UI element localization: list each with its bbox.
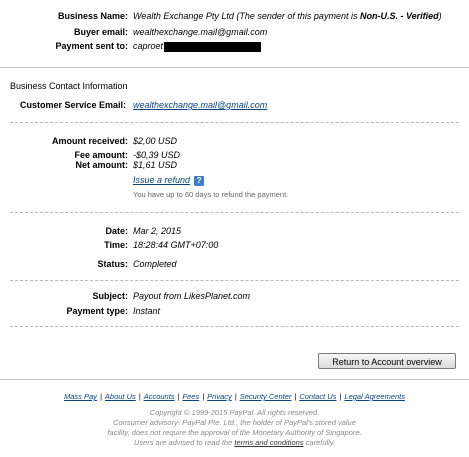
footer-link-mass-pay[interactable]: Mass Pay xyxy=(64,392,97,401)
refund-note-row: You have up to 60 days to refund the pay… xyxy=(0,189,469,201)
advisory-line-2: facility, does not require the approval … xyxy=(107,428,362,437)
footer-separator: | xyxy=(138,392,141,401)
net-amount-label: Net amount: xyxy=(75,160,129,170)
buyer-email-row: Buyer email: wealthexchange.mail@gmail.c… xyxy=(0,26,469,38)
footer-separator: | xyxy=(294,392,297,401)
payment-type-row: Payment type: Instant xyxy=(0,305,469,317)
footer-links: Mass Pay | About Us | Accounts | Fees | Privacy |… xyxy=(0,392,469,401)
date-value: Mar 2, 2015 xyxy=(133,226,182,236)
footer-link-privacy[interactable]: Privacy xyxy=(207,392,232,401)
advisory-line-1: Consumer advisory- PayPal Pte. Ltd., the… xyxy=(113,418,356,427)
payment-type-value: Instant xyxy=(133,306,161,316)
footer-separator: | xyxy=(339,392,342,401)
date-row: Date: Mar 2, 2015 xyxy=(0,225,469,237)
status-value: Completed xyxy=(133,259,177,269)
buyer-email-value: wealthexchange.mail@gmail.com xyxy=(133,27,268,37)
refund-row: Issue a refund? xyxy=(0,174,469,186)
amount-received-value: $2,00 USD xyxy=(133,136,178,146)
date-label: Date: xyxy=(105,226,128,236)
advisory-line-3: Users are advised to read the terms and … xyxy=(0,438,469,448)
cs-email-link[interactable]: wealthexchange.mail@gmail.com xyxy=(133,99,267,111)
section-divider xyxy=(10,326,459,327)
cs-email-row: Customer Service Email: wealthexchange.m… xyxy=(0,99,469,111)
advisory-text-a: Users are advised to read the xyxy=(133,438,235,447)
redaction-bar xyxy=(164,41,262,52)
business-name-close: ) xyxy=(438,11,442,21)
section-divider xyxy=(10,122,459,123)
footer-link-fees[interactable]: Fees xyxy=(183,392,200,401)
footer-divider xyxy=(0,379,469,380)
refund-wrap: Issue a refund? xyxy=(133,174,205,186)
buyer-email-label: Buyer email: xyxy=(73,27,128,37)
footer-link-legal-agreements[interactable]: Legal Agreements xyxy=(344,392,405,401)
footer-separator: | xyxy=(202,392,205,401)
advisory-text-b: carefully. xyxy=(303,438,336,447)
status-label: Status: xyxy=(97,259,128,269)
payment-sent-text: caproet xyxy=(133,41,164,51)
time-value: 18:28:44 GMT+07:00 xyxy=(133,240,219,250)
amount-received-row: Amount received: $2,00 USD xyxy=(0,135,469,147)
terms-and-conditions-link[interactable]: terms and conditions xyxy=(234,438,303,447)
business-name-value: Wealth Exchange Pty Ltd (The sender of t… xyxy=(133,10,442,22)
payment-sent-value: caproet xyxy=(133,40,262,52)
payment-sent-label: Payment sent to: xyxy=(55,41,128,51)
business-name-row: Business Name: Wealth Exchange Pty Ltd (… xyxy=(0,10,469,22)
contact-section-title: Business Contact Information xyxy=(10,81,128,91)
return-to-account-overview-button[interactable]: Return to Account overview xyxy=(318,353,456,369)
footer-link-about-us[interactable]: About Us xyxy=(105,392,136,401)
subject-label: Subject: xyxy=(92,291,128,301)
section-divider xyxy=(10,280,459,281)
net-amount-row: Net amount: $1,61 USD xyxy=(0,160,469,170)
help-icon[interactable]: ? xyxy=(194,175,205,186)
cs-email-label: Customer Service Email: xyxy=(20,100,127,110)
status-row: Status: Completed xyxy=(0,258,469,270)
fee-amount-label: Fee amount: xyxy=(74,150,128,160)
subject-value: Payout from LikesPlanet.com xyxy=(133,291,251,301)
subject-row: Subject: Payout from LikesPlanet.com xyxy=(0,290,469,302)
payment-type-label: Payment type: xyxy=(66,306,128,316)
refund-note: You have up to 60 days to refund the pay… xyxy=(133,190,289,199)
copyright-text: Copyright © 1999-2015 PayPal. All rights… xyxy=(149,408,320,417)
fee-amount-value: -$0,39 USD xyxy=(133,150,181,160)
section-divider xyxy=(10,212,459,213)
issue-refund-link[interactable]: Issue a refund xyxy=(133,175,190,185)
business-name-label: Business Name: xyxy=(57,11,128,21)
footer-link-security-center[interactable]: Security Center xyxy=(240,392,292,401)
footer-separator: | xyxy=(99,392,102,401)
fee-amount-row: Fee amount: -$0,39 USD xyxy=(0,150,469,160)
business-name-text: Wealth Exchange Pty Ltd (The sender of t… xyxy=(133,11,360,21)
payment-sent-row: Payment sent to: caproet xyxy=(0,40,469,52)
verification-status: Non-U.S. - Verified xyxy=(359,11,439,21)
net-amount-value: $1,61 USD xyxy=(133,160,178,170)
footer-link-contact-us[interactable]: Contact Us xyxy=(299,392,336,401)
section-divider xyxy=(0,67,469,68)
time-row: Time: 18:28:44 GMT+07:00 xyxy=(0,239,469,251)
amount-received-label: Amount received: xyxy=(51,136,128,146)
footer-separator: | xyxy=(177,392,180,401)
footer-separator: | xyxy=(234,392,237,401)
footer-link-accounts[interactable]: Accounts xyxy=(144,392,175,401)
time-label: Time: xyxy=(104,240,128,250)
